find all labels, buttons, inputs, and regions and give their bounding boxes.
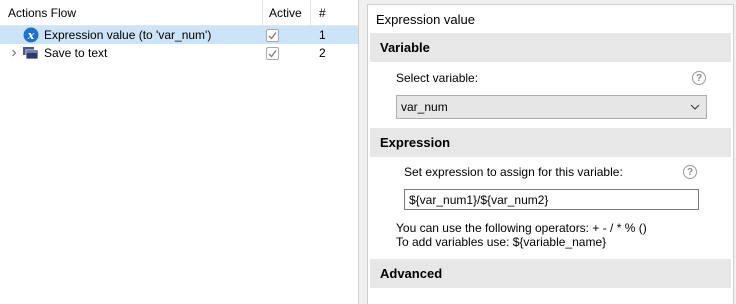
actions-flow-panel: Actions Flow Active # x Expression value… (0, 0, 359, 304)
select-variable-label: Select variable: (396, 71, 479, 85)
help-icon[interactable]: ? (692, 71, 706, 85)
chevron-down-icon (684, 104, 706, 110)
action-number: 2 (319, 46, 326, 60)
operators-hint: You can use the following operators: + -… (396, 221, 647, 235)
action-row-save-to-text[interactable]: Save to text 2 (0, 44, 358, 62)
column-header-name[interactable]: Actions Flow (0, 0, 263, 25)
variables-hint: To add variables use: ${variable_name} (396, 235, 607, 249)
action-number: 1 (319, 28, 326, 42)
svg-text:x: x (27, 29, 35, 42)
active-checkbox[interactable] (266, 28, 279, 42)
expression-section-body: Set expression to assign for this variab… (368, 157, 733, 259)
action-label: Expression value (to 'var_num') (44, 28, 212, 42)
expression-label: Set expression to assign for this variab… (404, 165, 623, 179)
column-header-number[interactable]: # (311, 0, 358, 25)
action-row-expression-value[interactable]: x Expression value (to 'var_num') 1 (0, 26, 358, 44)
expression-x-icon: x (22, 26, 40, 44)
checkmark-icon (268, 31, 277, 39)
action-label: Save to text (44, 46, 108, 60)
save-stack-icon (22, 44, 40, 62)
expression-input[interactable]: ${var_num1}/${var_num2} (404, 189, 699, 210)
section-header-expression[interactable]: Expression (370, 128, 731, 157)
expand-chevron-icon[interactable] (0, 44, 22, 62)
section-header-variable[interactable]: Variable (370, 33, 731, 62)
section-header-advanced[interactable]: Advanced (370, 259, 731, 288)
variable-section-body: Select variable: ? var_num (368, 62, 733, 128)
variable-select-value: var_num (401, 100, 448, 114)
panel-title: Expression value (376, 11, 475, 27)
column-header-active[interactable]: Active (263, 0, 311, 25)
checkmark-icon (268, 49, 277, 57)
properties-panel: Expression value Variable Select variabl… (367, 4, 734, 304)
properties-pane: Expression value Variable Select variabl… (367, 0, 736, 304)
help-icon[interactable]: ? (683, 165, 697, 179)
active-checkbox[interactable] (266, 46, 279, 60)
variable-select[interactable]: var_num (396, 95, 707, 119)
actions-flow-header: Actions Flow Active # (0, 0, 358, 26)
